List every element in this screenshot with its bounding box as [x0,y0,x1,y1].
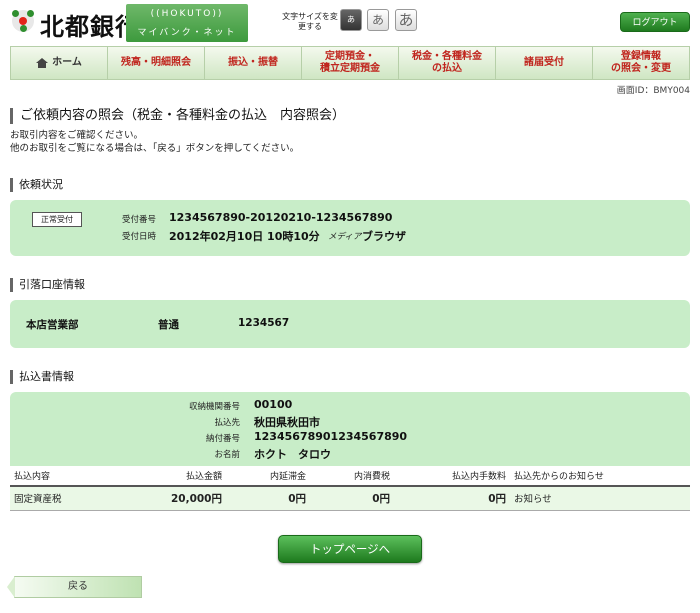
status-badge: 正常受付 [32,212,82,227]
media-value: ブラウザ [362,230,406,243]
section-title-payment-slip: 払込書情報 [10,370,74,384]
nav-item-label: ホーム [52,57,82,68]
payee-label: 払込先 [214,418,240,428]
top-page-button[interactable]: トップページへ [278,535,422,563]
font-size-medium-button[interactable]: あ [367,9,389,31]
nav-item-label: 残高・明細照会 [121,57,191,68]
nav-item-registration[interactable]: 登録情報 の照会・変更 [593,47,689,79]
column-header: 払込金額 [110,466,226,487]
logo-mark-icon [12,10,34,32]
org-no-value: 00100 [254,398,293,411]
font-size-label: 文字サイズを変更する [282,12,338,31]
table-cell: 0円 [310,486,394,511]
table-row: 固定資産税 20,000円 0円 0円 0円 お知らせ [10,486,690,511]
payee-value: 秋田県秋田市 [254,416,320,429]
page-title: ご依頼内容の照会（税金・各種料金の払込 内容照会） [10,108,345,124]
bank-logo[interactable]: 北都銀行 ((HOKUTO)) マイバンク・ネット [10,4,248,42]
home-icon [36,58,49,68]
payment-no-label: 納付番号 [205,434,240,444]
table-header-row: 払込内容 払込金額 内延滞金 内消費税 払込内手数料 払込先からのお知らせ [10,466,690,487]
receipt-no-value: 1234567890-20120210-1234567890 [169,211,393,224]
column-header: 払込内手数料 [394,466,510,487]
receipt-date-label: 受付日時 [122,232,157,242]
account-branch: 本店営業部 [26,319,79,331]
table-cell: 0円 [394,486,510,511]
back-button[interactable]: 戻る [7,576,142,598]
nav-item-label: 諸届受付 [524,57,564,68]
column-header: 払込内容 [10,466,110,487]
font-size-large-button[interactable]: あ [395,9,417,31]
payment-no-value: 12345678901234567890 [254,430,408,443]
nav-item-label: 税金・各種料金 の払込 [412,51,482,74]
logout-button[interactable]: ログアウト [620,12,690,32]
debit-account-box: 本店営業部 普通 1234567 [10,300,690,348]
payment-table: 払込内容 払込金額 内延滞金 内消費税 払込内手数料 払込先からのお知らせ 固定… [10,466,690,511]
request-status-box: 正常受付 受付番号 1234567890-20120210-1234567890… [10,200,690,256]
name-label: お名前 [214,450,240,460]
account-number: 1234567 [238,317,290,329]
screen-id: 画面ID：BMY004 [616,86,690,96]
logo-text: 北都銀行 [40,13,140,41]
payment-slip-box: 収納機関番号 00100 払込先 秋田県秋田市 納付番号 12345678901… [10,392,690,466]
logo-band: ((HOKUTO)) マイバンク・ネット [126,4,248,42]
nav-item-label: 登録情報 の照会・変更 [611,51,671,74]
org-no-label: 収納機関番号 [188,402,240,412]
table-cell: 0円 [226,486,310,511]
font-size-small-button[interactable]: あ [340,9,362,31]
intro-text: お取引内容をご確認ください。 他のお取引をご覧になる場合は、「戻る」ボタンを押し… [10,129,299,155]
intro-line: 他のお取引をご覧になる場合は、「戻る」ボタンを押してください。 [10,143,300,154]
nav-item-tax-payment[interactable]: 税金・各種料金 の払込 [399,47,496,79]
nav-item-transfer[interactable]: 振込・振替 [205,47,302,79]
section-title-request-status: 依頼状況 [10,178,63,192]
table-cell: 20,000円 [110,486,226,511]
column-header: 内消費税 [310,466,394,487]
nav-item-home[interactable]: ホーム [11,47,108,79]
account-type: 普通 [158,319,179,331]
nav-item-label: 振込・振替 [228,57,278,68]
receipt-date-value: 2012年02月10日 10時10分 [169,230,320,243]
header: 北都銀行 ((HOKUTO)) マイバンク・ネット 文字サイズを変更する あ あ… [0,0,700,44]
receipt-no-label: 受付番号 [122,215,157,225]
intro-line: お取引内容をご確認ください。 [10,130,144,141]
name-value: ホクト タロウ [254,448,331,461]
nav-item-deposit[interactable]: 定期預金・ 積立定期預金 [302,47,399,79]
column-header: 払込先からのお知らせ [510,466,690,487]
table-cell: 固定資産税 [10,486,110,511]
nav-item-notifications[interactable]: 諸届受付 [496,47,593,79]
nav-item-label: 定期預金・ 積立定期預金 [320,51,380,74]
table-cell: お知らせ [510,486,690,511]
media-label: メディア [328,232,362,242]
logo-en: ((HOKUTO)) [150,9,224,19]
main-nav: ホーム 残高・明細照会 振込・振替 定期預金・ 積立定期預金 税金・各種料金 の… [10,46,690,80]
column-header: 内延滞金 [226,466,310,487]
logo-sub: マイバンク・ネット [137,28,237,38]
nav-item-balance[interactable]: 残高・明細照会 [108,47,205,79]
section-title-debit-account: 引落口座情報 [10,278,85,292]
